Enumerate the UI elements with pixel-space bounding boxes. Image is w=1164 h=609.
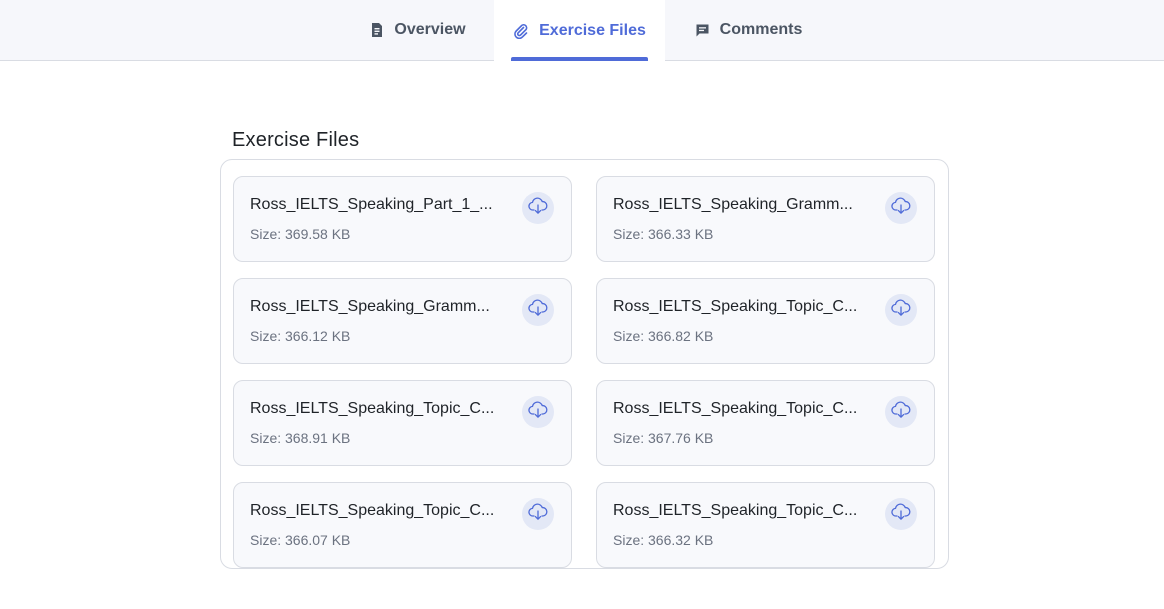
file-size: Size: 366.32 KB [613, 532, 714, 548]
file-name: Ross_IELTS_Speaking_Topic_C... [613, 400, 858, 417]
file-card[interactable]: Ross_IELTS_Speaking_Gramm... Size: 366.1… [233, 278, 572, 364]
download-button[interactable] [522, 294, 554, 326]
tab-bar: Overview Exercise Files Comments [0, 0, 1164, 61]
paperclip-icon [513, 23, 529, 39]
tab-label: Comments [719, 21, 803, 38]
comment-icon [695, 23, 710, 38]
file-size: Size: 366.12 KB [250, 328, 351, 344]
file-card[interactable]: Ross_IELTS_Speaking_Topic_C... Size: 366… [596, 482, 935, 568]
cloud-download-icon [528, 401, 548, 424]
tab-label: Overview [394, 21, 466, 38]
document-icon [370, 22, 384, 38]
file-name: Ross_IELTS_Speaking_Topic_C... [613, 502, 858, 519]
cloud-download-icon [891, 503, 911, 526]
file-size: Size: 368.91 KB [250, 430, 351, 446]
file-name: Ross_IELTS_Speaking_Topic_C... [250, 502, 495, 519]
cloud-download-icon [891, 401, 911, 424]
file-card[interactable]: Ross_IELTS_Speaking_Topic_C... Size: 366… [233, 482, 572, 568]
cloud-download-icon [891, 299, 911, 322]
cloud-download-icon [891, 197, 911, 220]
download-button[interactable] [885, 192, 917, 224]
file-size: Size: 369.58 KB [250, 226, 351, 242]
tab-exercise-files[interactable]: Exercise Files [494, 0, 665, 61]
file-card[interactable]: Ross_IELTS_Speaking_Topic_C... Size: 367… [596, 380, 935, 466]
file-card[interactable]: Ross_IELTS_Speaking_Gramm... Size: 366.3… [596, 176, 935, 262]
file-size: Size: 366.07 KB [250, 532, 351, 548]
cloud-download-icon [528, 197, 548, 220]
download-button[interactable] [522, 396, 554, 428]
file-name: Ross_IELTS_Speaking_Part_1_... [250, 196, 493, 213]
file-card[interactable]: Ross_IELTS_Speaking_Part_1_... Size: 369… [233, 176, 572, 262]
file-size: Size: 366.33 KB [613, 226, 714, 242]
file-card[interactable]: Ross_IELTS_Speaking_Topic_C... Size: 368… [233, 380, 572, 466]
file-name: Ross_IELTS_Speaking_Gramm... [250, 298, 490, 315]
cloud-download-icon [528, 503, 548, 526]
file-card[interactable]: Ross_IELTS_Speaking_Topic_C... Size: 366… [596, 278, 935, 364]
download-button[interactable] [885, 294, 917, 326]
exercise-files-panel: Ross_IELTS_Speaking_Part_1_... Size: 369… [220, 159, 949, 569]
download-button[interactable] [522, 192, 554, 224]
file-name: Ross_IELTS_Speaking_Topic_C... [250, 400, 495, 417]
download-button[interactable] [522, 498, 554, 530]
tab-comments[interactable]: Comments [676, 0, 821, 60]
download-button[interactable] [885, 498, 917, 530]
section-title: Exercise Files [232, 129, 360, 151]
tab-label: Exercise Files [539, 21, 646, 39]
tab-overview[interactable]: Overview [348, 0, 488, 60]
cloud-download-icon [528, 299, 548, 322]
active-tab-indicator [511, 57, 648, 61]
file-name: Ross_IELTS_Speaking_Gramm... [613, 196, 853, 213]
file-name: Ross_IELTS_Speaking_Topic_C... [613, 298, 858, 315]
file-size: Size: 367.76 KB [613, 430, 714, 446]
download-button[interactable] [885, 396, 917, 428]
file-size: Size: 366.82 KB [613, 328, 714, 344]
